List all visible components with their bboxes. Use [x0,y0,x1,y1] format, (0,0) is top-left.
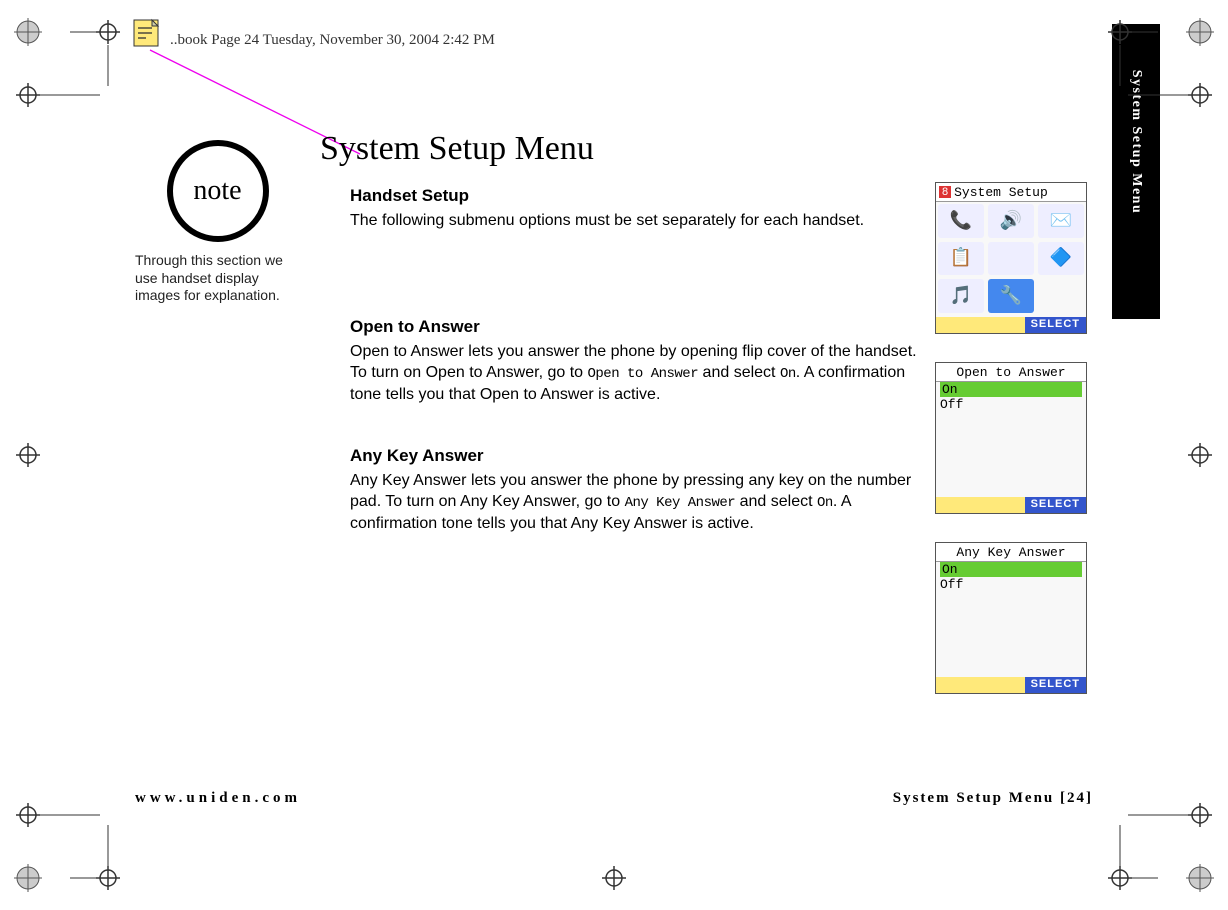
crop-marks [0,0,1228,910]
